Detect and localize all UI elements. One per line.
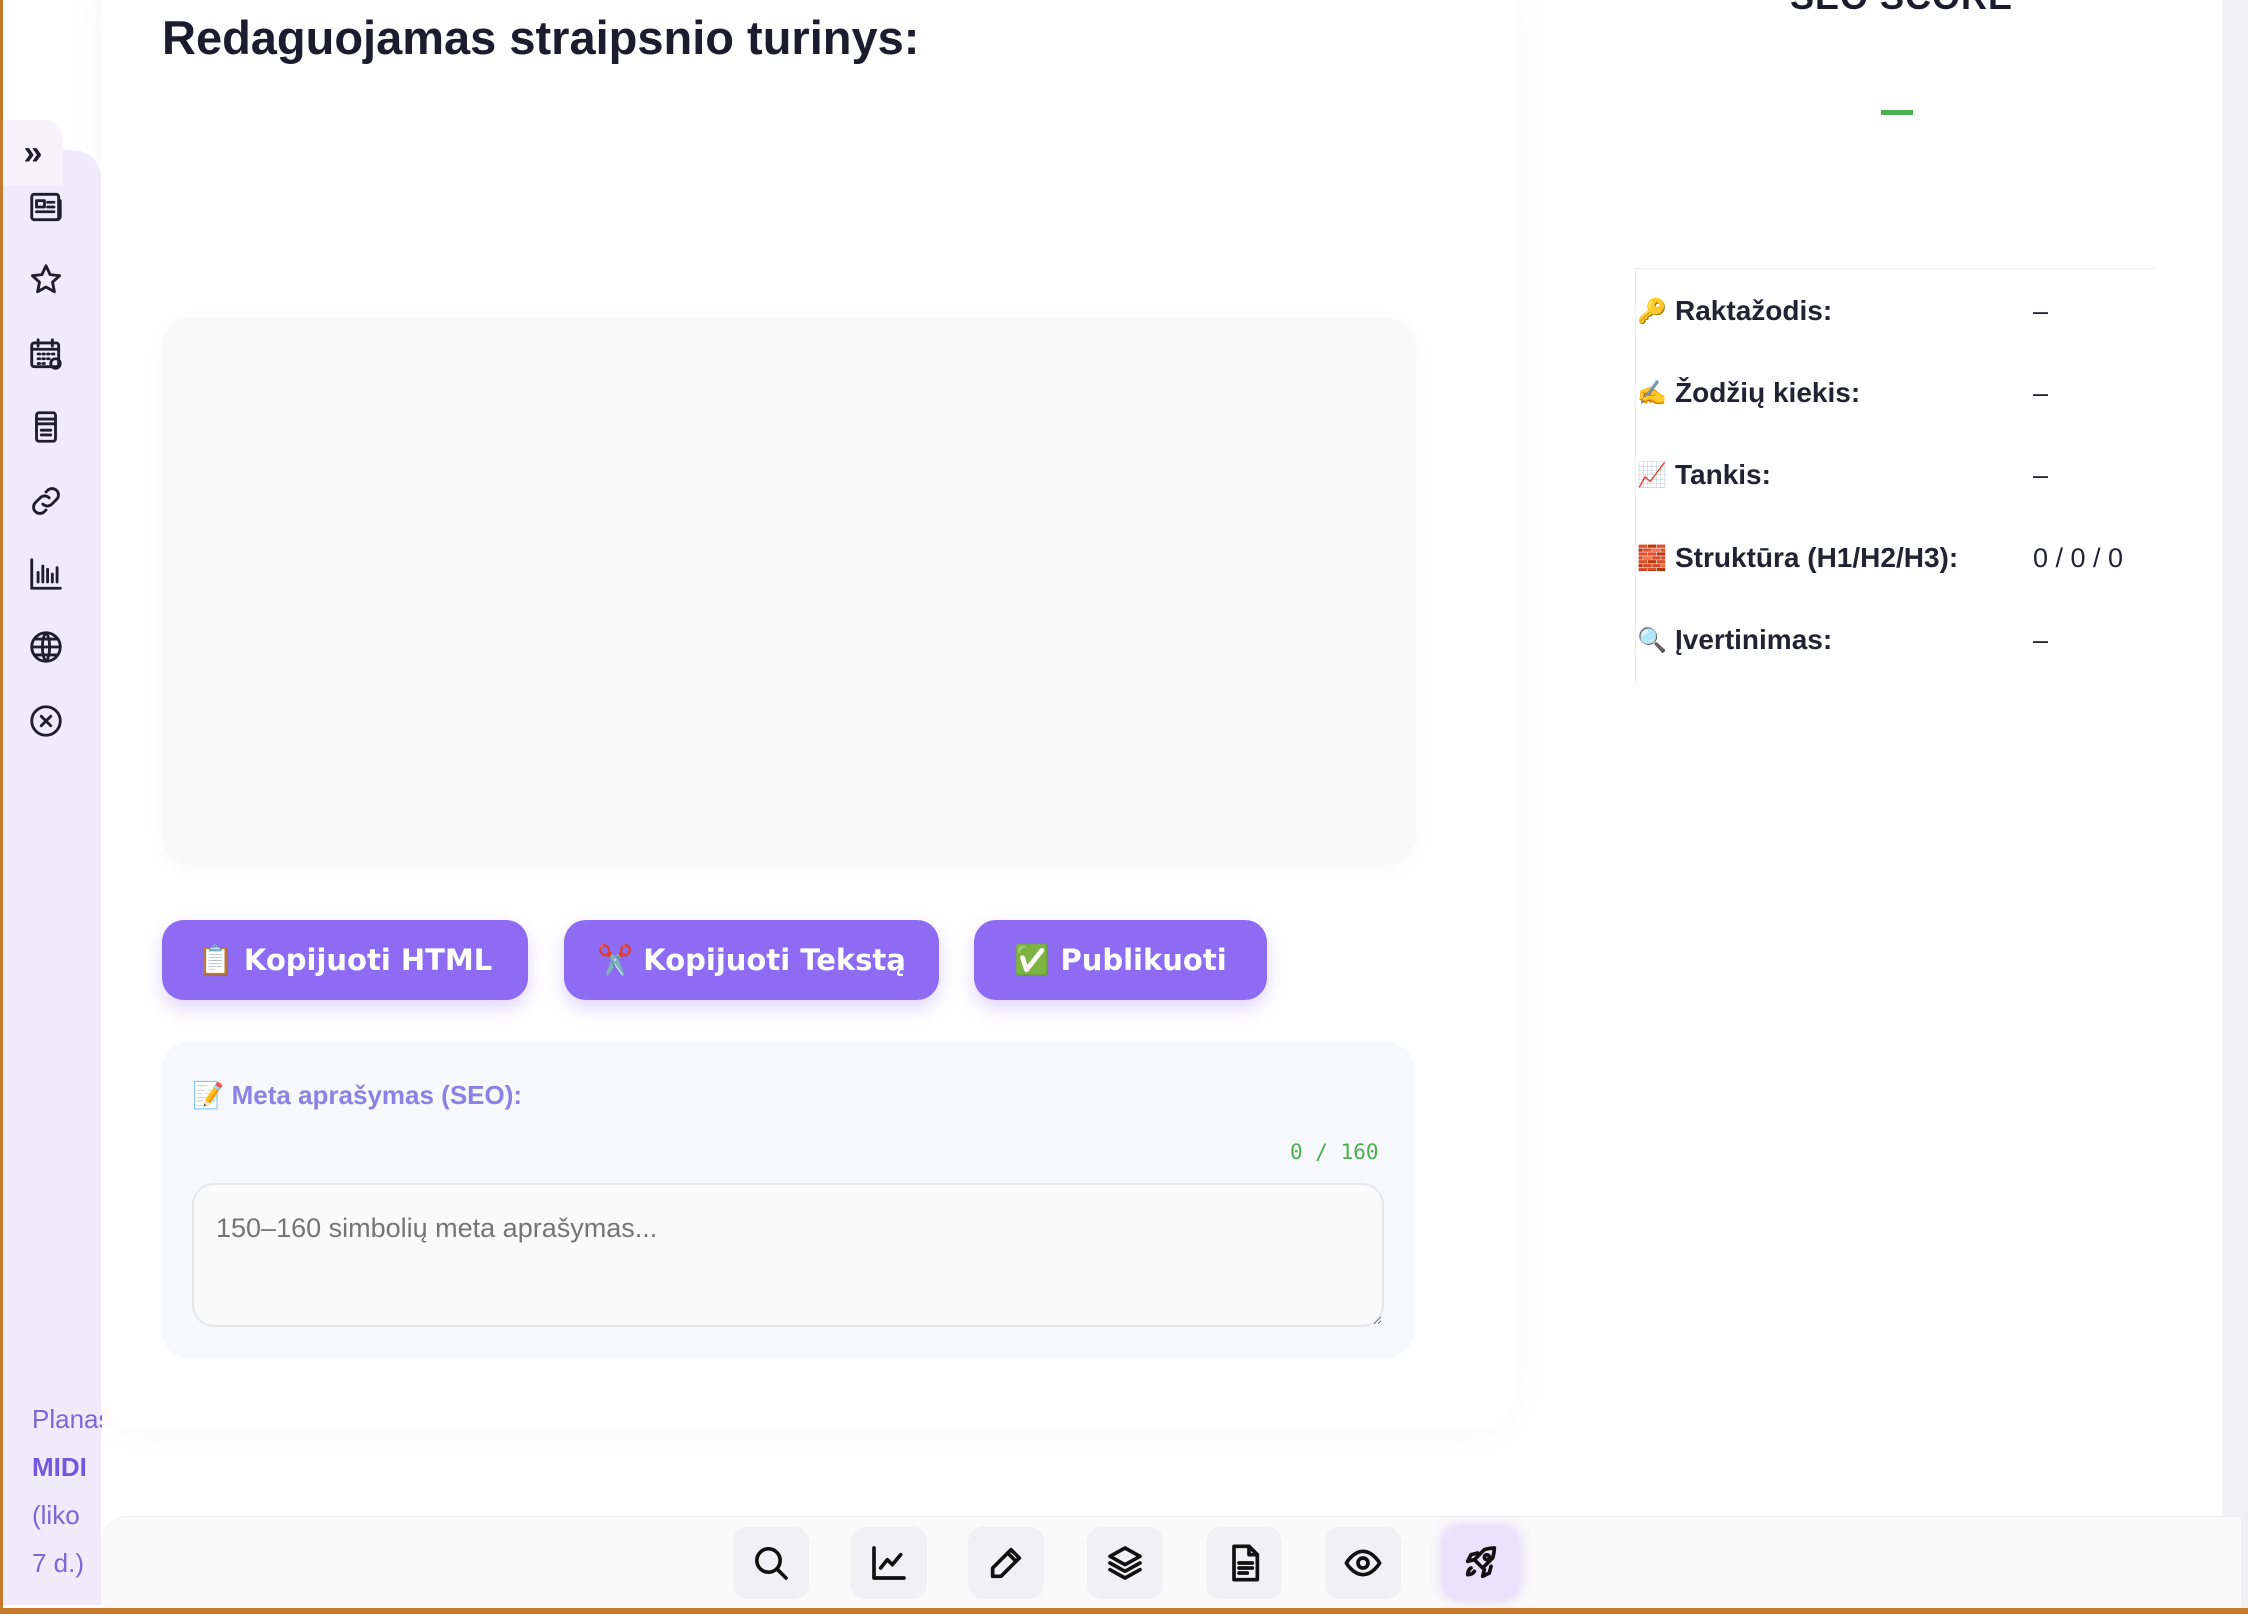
window-frame-bottom bbox=[0, 1608, 2248, 1614]
memo-icon: 📝 bbox=[192, 1080, 225, 1110]
star-icon[interactable] bbox=[22, 256, 70, 304]
eye-icon bbox=[1344, 1549, 1382, 1577]
seo-structure-value: 0 / 0 / 0 bbox=[2033, 542, 2124, 573]
page-title: Redaguojamas straipsnio turinys: bbox=[162, 11, 920, 64]
toolbar-edit-button[interactable] bbox=[968, 1527, 1044, 1599]
seo-row-density: 📈 Tankis: – bbox=[1637, 459, 2049, 490]
rocket-icon bbox=[1465, 1546, 1497, 1579]
pencil-icon bbox=[990, 1547, 1022, 1579]
window-frame-right bbox=[2222, 0, 2248, 1614]
seo-density-value: – bbox=[2033, 459, 2049, 490]
writing-hand-icon: ✍️ bbox=[1637, 379, 1667, 407]
article-content-editor[interactable] bbox=[162, 318, 1416, 864]
bottom-toolbar bbox=[101, 1516, 2241, 1608]
clipboard-icon: 📋 bbox=[197, 942, 234, 977]
archive-icon[interactable] bbox=[22, 403, 70, 451]
link-icon[interactable] bbox=[22, 477, 70, 525]
chart-up-icon: 📈 bbox=[1637, 461, 1667, 489]
toolbar-preview-button[interactable] bbox=[1325, 1527, 1401, 1599]
plan-remaining-line2: 7 d.) bbox=[32, 1548, 85, 1578]
layers-icon bbox=[1108, 1546, 1142, 1580]
plan-remaining-line1: (liko bbox=[32, 1500, 80, 1530]
toolbar-layers-button[interactable] bbox=[1087, 1527, 1163, 1599]
seo-row-structure: 🧱 Struktūra (H1/H2/H3): 0 / 0 / 0 bbox=[1637, 542, 2124, 573]
seo-score-indicator bbox=[1881, 110, 1913, 115]
seo-row-keyword: 🔑 Raktažodis: – bbox=[1637, 295, 2049, 326]
copy-html-label: Kopijuoti HTML bbox=[243, 943, 493, 977]
sidebar-expand-toggle[interactable]: » bbox=[3, 120, 63, 186]
copy-html-button[interactable]: 📋 Kopijuoti HTML bbox=[162, 920, 528, 1000]
meta-description-input[interactable] bbox=[192, 1183, 1384, 1327]
publish-button[interactable]: ✅ Publikuoti bbox=[974, 920, 1267, 1000]
calendar-icon[interactable] bbox=[22, 330, 70, 378]
search-icon bbox=[755, 1547, 788, 1580]
document-icon bbox=[1232, 1544, 1260, 1582]
toolbar-search-button[interactable] bbox=[733, 1527, 809, 1599]
meta-char-counter: 0 / 160 bbox=[1290, 1140, 1379, 1164]
line-chart-icon bbox=[872, 1546, 906, 1580]
magnifier-icon: 🔍 bbox=[1637, 626, 1667, 654]
copy-text-label: Kopijuoti Tekstą bbox=[643, 943, 906, 977]
meta-description-label: 📝 Meta aprašymas (SEO): bbox=[192, 1080, 523, 1110]
plan-name: MIDI bbox=[32, 1452, 87, 1482]
check-icon: ✅ bbox=[1014, 942, 1051, 977]
plan-label: Planas: bbox=[32, 1404, 102, 1434]
globe-icon[interactable] bbox=[22, 623, 70, 671]
close-circle-icon[interactable] bbox=[22, 697, 70, 745]
copy-text-button[interactable]: ✂️ Kopijuoti Tekstą bbox=[564, 920, 939, 1000]
seo-word-count-value: – bbox=[2033, 377, 2049, 408]
seo-row-rating: 🔍 Įvertinimas: – bbox=[1637, 624, 2049, 655]
toolbar-document-button[interactable] bbox=[1206, 1527, 1282, 1599]
publish-label: Publikuoti bbox=[1060, 943, 1227, 977]
seo-row-word-count: ✍️ Žodžių kiekis: – bbox=[1637, 377, 2049, 408]
seo-rating-value: – bbox=[2033, 624, 2049, 655]
brick-icon: 🧱 bbox=[1637, 544, 1667, 572]
subscription-plan-info: Planas: MIDI (liko 7 d.) bbox=[32, 1395, 102, 1587]
newspaper-icon[interactable] bbox=[22, 183, 70, 231]
seo-keyword-value: – bbox=[2033, 295, 2049, 326]
key-icon: 🔑 bbox=[1637, 297, 1667, 325]
bar-chart-icon[interactable] bbox=[22, 550, 70, 598]
seo-score-title: SEO SCORE bbox=[1790, 0, 2013, 18]
scissors-icon: ✂️ bbox=[597, 942, 634, 977]
toolbar-analytics-button[interactable] bbox=[851, 1527, 927, 1599]
toolbar-publish-button[interactable] bbox=[1443, 1527, 1519, 1599]
